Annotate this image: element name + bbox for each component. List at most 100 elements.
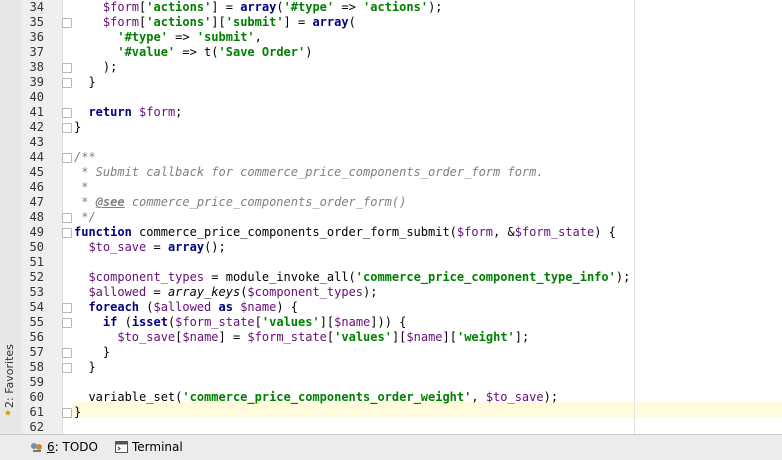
code-token: $to_save xyxy=(117,330,176,344)
code-token: 'actions' xyxy=(146,15,212,29)
code-line: return $form; xyxy=(74,105,182,120)
code-token: ( xyxy=(139,300,154,314)
code-token: 'values' xyxy=(261,315,320,329)
line-number: 41 xyxy=(29,105,44,119)
code-line: } xyxy=(74,120,81,135)
code-token: commerce_price_components_order_form() xyxy=(124,195,407,209)
fold-marker-icon[interactable] xyxy=(62,153,72,163)
line-number: 61 xyxy=(29,405,44,419)
code-token: ) { xyxy=(594,225,616,239)
fold-marker-icon[interactable] xyxy=(62,78,72,88)
line-number: 34 xyxy=(29,0,44,14)
code-token: ); xyxy=(428,0,443,14)
code-token: 'commerce_price_component_type_info' xyxy=(355,270,616,284)
line-number: 47 xyxy=(29,195,44,209)
code-token: ( xyxy=(276,0,284,14)
line-number: 52 xyxy=(29,270,44,284)
line-number: 54 xyxy=(29,300,44,314)
code-token: 'values' xyxy=(334,330,392,344)
line-number: 40 xyxy=(29,90,44,104)
todo-number: 6 xyxy=(47,440,55,454)
code-line: */ xyxy=(74,210,96,225)
code-line: * Submit callback for commerce_price_com… xyxy=(74,165,544,180)
tool-window-bar: 6: TODO Terminal xyxy=(0,434,782,460)
line-number: 44 xyxy=(29,150,44,164)
todo-tool-button[interactable]: 6: TODO xyxy=(30,439,98,455)
line-number: 51 xyxy=(29,255,44,269)
line-number: 49 xyxy=(29,225,44,239)
code-token: [ xyxy=(254,315,262,329)
fold-marker-icon[interactable] xyxy=(62,348,72,358)
code-token: array_keys xyxy=(167,285,241,299)
code-token: * xyxy=(74,180,89,194)
left-tool-strip: 2: Favorites ★ xyxy=(0,0,23,434)
code-token: $form_state xyxy=(175,315,255,329)
line-number-gutter: 34 35 36 37 38 39 40 41 42 43 44 45 46 47 48 49 50 51 52 53… xyxy=(22,0,63,434)
fold-marker-icon[interactable] xyxy=(62,123,72,133)
line-number: 59 xyxy=(29,375,44,389)
code-token: '#value' xyxy=(117,45,176,59)
code-token: ][ xyxy=(391,330,407,344)
favorites-tab[interactable]: 2: Favorites xyxy=(3,344,16,408)
code-token: ][ xyxy=(442,330,457,344)
fold-marker-icon[interactable] xyxy=(62,18,72,28)
code-line: $to_save = array(); xyxy=(74,240,225,255)
star-icon: ★ xyxy=(4,405,12,420)
code-token: = xyxy=(146,285,168,299)
code-token: foreach xyxy=(88,300,140,314)
code-token: ])) { xyxy=(370,315,407,329)
fold-marker-icon[interactable] xyxy=(62,108,72,118)
code-token: /** xyxy=(74,150,96,164)
line-number: 43 xyxy=(29,135,44,149)
fold-marker-icon[interactable] xyxy=(62,363,72,373)
fold-marker-icon[interactable] xyxy=(62,63,72,73)
code-token: $name xyxy=(182,330,219,344)
code-token: $form_state xyxy=(514,225,595,239)
code-token: ) { xyxy=(276,300,299,314)
line-number: 38 xyxy=(29,60,44,74)
code-token: , xyxy=(254,30,262,44)
todo-label: : TODO xyxy=(54,440,98,454)
line-number: 50 xyxy=(29,240,44,254)
line-number: 42 xyxy=(29,120,44,134)
code-line: variable_set('commerce_price_components_… xyxy=(74,390,558,405)
line-number: 39 xyxy=(29,75,44,89)
code-token: 'weight' xyxy=(456,330,515,344)
code-line: if (isset($form_state['values'][$name]))… xyxy=(74,315,406,330)
code-token: ); xyxy=(615,270,631,284)
line-number: 46 xyxy=(29,180,44,194)
fold-marker-icon[interactable] xyxy=(62,213,72,223)
fold-marker-icon[interactable] xyxy=(62,318,72,328)
fold-marker-icon[interactable] xyxy=(62,408,72,418)
code-token: $to_save xyxy=(485,390,544,404)
code-line: '#type' => 'submit', xyxy=(74,30,262,45)
code-line: '#value' => t('Save Order') xyxy=(74,45,312,60)
code-token: * Submit callback for commerce_price_com… xyxy=(74,165,544,179)
code-token: $allowed xyxy=(88,285,147,299)
code-token: ; xyxy=(175,105,183,119)
code-token: $form_state xyxy=(247,330,327,344)
line-number: 36 xyxy=(29,30,44,44)
line-number: 56 xyxy=(29,330,44,344)
line-number: 53 xyxy=(29,285,44,299)
code-token: ) xyxy=(305,45,313,59)
code-token: */ xyxy=(74,210,96,224)
terminal-tool-button[interactable]: Terminal xyxy=(115,439,183,455)
code-line: $form['actions'] = array('#type' => 'act… xyxy=(74,0,443,15)
code-token: $to_save xyxy=(88,240,147,254)
code-line: foreach ($allowed as $name) { xyxy=(74,300,298,315)
fold-marker-icon[interactable] xyxy=(62,228,72,238)
code-token: ][ xyxy=(319,315,335,329)
code-token: $name xyxy=(334,315,371,329)
code-line: } xyxy=(74,405,81,420)
code-token: $allowed xyxy=(153,300,212,314)
fold-marker-icon[interactable] xyxy=(62,303,72,313)
code-token: $form xyxy=(102,0,140,14)
code-token: $name xyxy=(240,300,277,314)
code-editor[interactable]: $form['actions'] = array('#type' => 'act… xyxy=(72,0,782,434)
